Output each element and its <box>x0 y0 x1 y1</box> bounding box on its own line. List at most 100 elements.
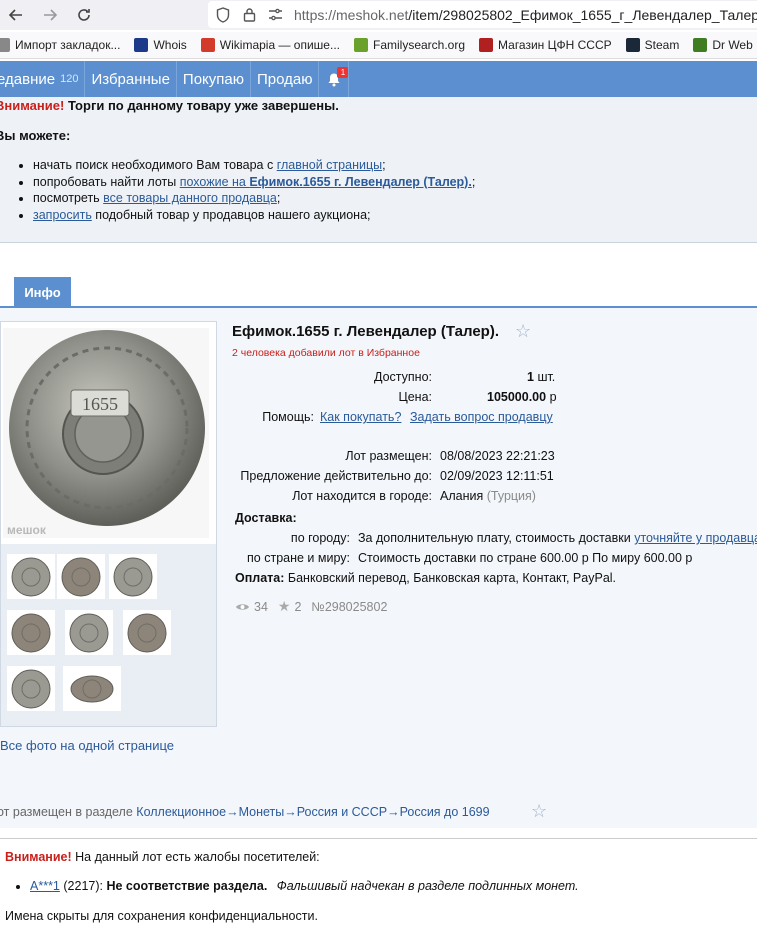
complaints-block: Внимание! На данный лот есть жалобы посе… <box>0 838 757 939</box>
coin-thumbnail[interactable] <box>65 610 113 655</box>
similar-lots-prefix: похожие на <box>179 174 250 189</box>
category-prefix: от размещен в разделе <box>0 805 133 819</box>
back-button[interactable] <box>2 1 30 29</box>
nav-recent[interactable]: едавние 120 <box>0 61 86 97</box>
suggestion-text: посмотреть <box>33 191 104 205</box>
familysearch-icon <box>353 38 368 52</box>
bookmark-label: Wikimapia — опише... <box>219 38 340 52</box>
placed-value: 08/08/2023 22:21:23 <box>440 449 555 463</box>
lot-number: №298025802 <box>311 599 388 614</box>
coin-thumbnail[interactable] <box>7 610 55 655</box>
suggestion-text: подобный товар у продавцов нашего аукцио… <box>91 207 371 222</box>
category-favorite-star-icon[interactable]: ☆ <box>531 801 547 822</box>
request-link[interactable]: запросить <box>33 208 92 222</box>
home-page-link[interactable]: главной страницы <box>277 158 382 172</box>
city-value: Алания <box>440 489 484 503</box>
notifications-button[interactable]: 1 <box>319 61 350 97</box>
nav-favorites[interactable]: Избранные <box>85 61 177 97</box>
favorites-count: 2 <box>294 599 302 614</box>
how-to-buy-link[interactable]: Как покупать? <box>320 410 401 424</box>
attention-label: Внимание! <box>0 98 65 113</box>
tab-info[interactable]: Инфо <box>14 277 71 307</box>
complaints-message: На данный лот есть жалобы посетителей: <box>75 850 320 864</box>
arrow-left-icon <box>8 9 22 21</box>
city-label: Лот находится в городе: <box>292 489 432 503</box>
price-value: 105000.00 <box>487 390 547 404</box>
url-host: https://meshok.net <box>294 6 409 23</box>
bookmark-label: Familysearch.org <box>372 38 466 52</box>
complaints-header: Внимание! На данный лот есть жалобы посе… <box>5 850 320 864</box>
similar-lots-link[interactable]: похожие на Ефимок.1655 г. Левендалер (Та… <box>180 175 472 189</box>
shield-icon[interactable] <box>212 4 234 26</box>
price-unit: р <box>549 390 557 404</box>
bookmark-item[interactable]: Steam <box>625 38 680 52</box>
nav-buying-label: Покупаю <box>182 70 244 88</box>
reload-button[interactable] <box>70 1 98 29</box>
all-photos-link[interactable]: Все фото на одной странице <box>0 738 174 753</box>
coin-thumbnail[interactable] <box>109 554 157 599</box>
price-label: Цена: <box>398 390 432 404</box>
complaint-reason: Не соответствие раздела. <box>106 879 268 893</box>
category-link[interactable]: Россия до 1699 <box>400 805 490 819</box>
drweb-icon <box>693 38 708 52</box>
arrow-right-icon <box>44 9 58 21</box>
main-coin-photo[interactable]: 1655 мешок <box>3 328 209 538</box>
coin-thumbnail[interactable] <box>63 666 121 711</box>
folder-icon <box>0 38 10 52</box>
category-link[interactable]: Россия и СССР <box>297 805 387 819</box>
bookmark-item[interactable]: Wikimapia — опише... <box>200 38 340 52</box>
permissions-icon[interactable] <box>264 4 286 26</box>
nav-buying[interactable]: Покупаю <box>177 61 251 97</box>
delivery-city-text: За дополнительную плату, стоимость доста… <box>358 531 635 545</box>
suggestion-text: ; <box>471 174 476 189</box>
forward-button[interactable] <box>36 1 64 29</box>
category-link[interactable]: Коллекционное <box>136 805 226 819</box>
bookmark-item[interactable]: Магазин ЦФН СССР <box>479 38 612 52</box>
city-row: Алания (Турция) <box>440 489 536 503</box>
bookmark-item[interactable]: Импорт закладок... <box>0 38 120 52</box>
category-link[interactable]: Монеты <box>239 805 285 819</box>
bookmark-label: Whois <box>153 38 187 52</box>
delivery-country-label: по стране и миру: <box>247 551 350 565</box>
url-text: https://meshok.net/item/298025802_Ефимок… <box>294 7 757 23</box>
coin-thumbnail[interactable] <box>57 554 105 599</box>
complaint-item: A***1 (2217): Не соответствие раздела. Ф… <box>30 879 579 893</box>
price-row: 105000.00 р <box>487 390 557 404</box>
steam-icon <box>625 38 640 52</box>
auction-ended-notice: Внимание! Торги по данному товару уже за… <box>0 97 757 243</box>
suggestion-item: начать поиск необходимого Вам товара с г… <box>33 157 475 174</box>
coin-thumbnail[interactable] <box>123 610 171 655</box>
complaints-attention: Внимание! <box>5 850 72 864</box>
suggestions-list: начать поиск необходимого Вам товара с г… <box>33 157 475 223</box>
lock-icon[interactable] <box>238 4 260 26</box>
available-value: 1 <box>527 370 534 384</box>
eye-icon <box>236 603 249 610</box>
address-bar[interactable]: https://meshok.net/item/298025802_Ефимок… <box>208 1 757 28</box>
bookmark-item[interactable]: Dr Web <box>693 38 753 52</box>
payment-value: Банковский перевод, Банковская карта, Ко… <box>287 571 617 585</box>
suggestion-item: посмотреть все товары данного продавца; <box>33 190 475 207</box>
seller-items-link[interactable]: все товары данного продавца <box>103 191 277 205</box>
url-path: /item/298025802_Ефимок_1655_г_Левендалер… <box>408 6 757 23</box>
star-icon: ★ <box>277 598 291 614</box>
breadcrumb-arrow-icon: → <box>226 805 239 819</box>
complainant-rating: (2217): <box>63 879 103 893</box>
clarify-with-seller-link[interactable]: уточняйте у продавца <box>634 531 757 545</box>
complainant-link[interactable]: A***1 <box>30 879 60 893</box>
bookmark-label: Магазин ЦФН СССР <box>498 38 612 52</box>
available-unit: шт. <box>537 370 556 384</box>
whois-icon <box>134 38 149 52</box>
coin-countermark-year: 1655 <box>82 394 118 414</box>
thumbnail-grid <box>1 544 216 726</box>
bookmark-label: Steam <box>644 38 680 52</box>
bookmark-item[interactable]: Whois <box>134 38 187 52</box>
bookmark-item[interactable]: Familysearch.org <box>353 38 466 52</box>
ask-seller-link[interactable]: Задать вопрос продавцу <box>410 410 553 424</box>
similar-lots-title: Ефимок.1655 г. Левендалер (Талер). <box>249 174 472 189</box>
favorite-star-icon[interactable]: ☆ <box>515 321 531 342</box>
nav-favorites-label: Избранные <box>91 70 170 88</box>
delivery-city-label: по городу: <box>290 531 350 545</box>
nav-selling[interactable]: Продаю <box>251 61 320 97</box>
coin-thumbnail[interactable] <box>7 666 55 711</box>
coin-thumbnail[interactable] <box>7 554 55 599</box>
